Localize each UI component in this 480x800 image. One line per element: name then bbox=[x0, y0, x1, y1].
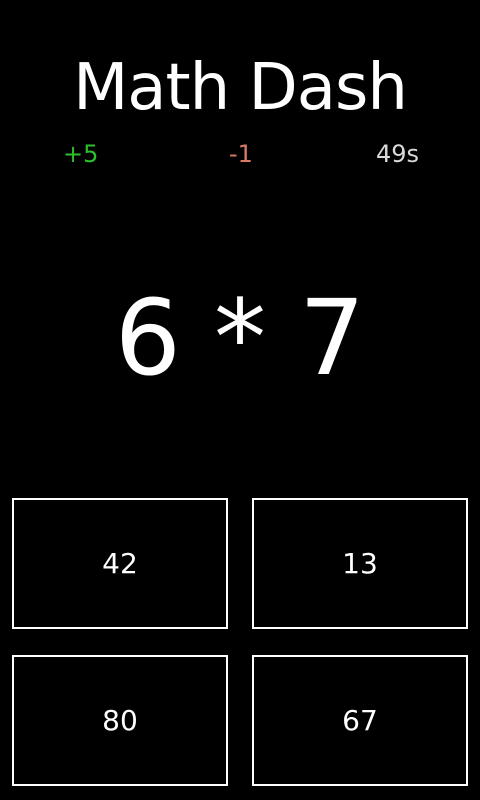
answer-button-3[interactable]: 80 bbox=[12, 655, 228, 786]
timer: 49s bbox=[376, 140, 420, 168]
game-screen: Math Dash +5 -1 49s 6 * 7 42 13 80 67 bbox=[0, 0, 480, 800]
math-problem: 6 * 7 bbox=[114, 277, 366, 399]
answer-button-4[interactable]: 67 bbox=[252, 655, 468, 786]
app-title: Math Dash bbox=[73, 51, 408, 125]
answer-button-2[interactable]: 13 bbox=[252, 498, 468, 629]
answer-button-1[interactable]: 42 bbox=[12, 498, 228, 629]
correct-count: +5 bbox=[63, 140, 99, 168]
wrong-count: -1 bbox=[229, 140, 253, 168]
